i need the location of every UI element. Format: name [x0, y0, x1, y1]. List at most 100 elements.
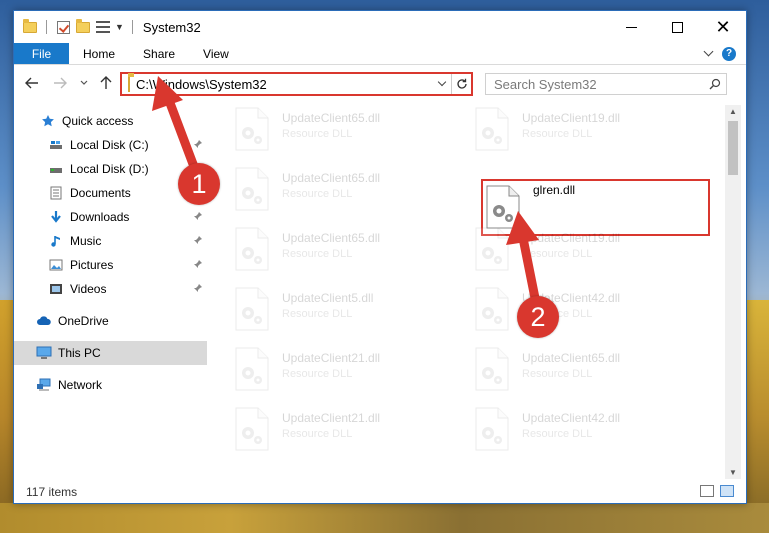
drive-icon: [48, 137, 64, 153]
tab-file[interactable]: File: [14, 43, 69, 64]
vertical-scrollbar[interactable]: ▲ ▼: [725, 105, 741, 479]
background-ground: [0, 503, 769, 533]
recent-locations-chevron-icon[interactable]: [76, 75, 92, 91]
sidebar-item-onedrive[interactable]: OneDrive: [14, 309, 207, 333]
dll-file-icon: [234, 407, 274, 453]
title-bar: ▼ System32 ✕: [14, 11, 746, 43]
file-item[interactable]: UpdateClient42.dll Resource DLL: [462, 405, 688, 457]
quick-access-toolbar: ▼: [14, 18, 137, 35]
file-item[interactable]: UpdateClient21.dll Resource DLL: [222, 405, 448, 457]
background-foliage-left: [0, 300, 14, 533]
file-item[interactable]: UpdateClient19.dll Resource DLL: [462, 105, 688, 157]
tab-view[interactable]: View: [189, 43, 243, 64]
pin-icon[interactable]: [193, 211, 203, 221]
file-name: UpdateClient19.dll: [522, 231, 621, 245]
file-item[interactable]: UpdateClient65.dll Resource DLL: [222, 105, 448, 157]
search-box[interactable]: [485, 73, 727, 95]
rename-icon[interactable]: [95, 19, 111, 35]
sidebar-item-downloads[interactable]: Downloads: [14, 205, 207, 229]
sidebar-item-quick-access[interactable]: Quick access: [14, 109, 207, 133]
scroll-down-arrow-icon[interactable]: ▼: [729, 468, 737, 477]
sidebar-item-label: Videos: [70, 282, 107, 296]
maximize-icon: [671, 21, 683, 33]
file-item[interactable]: UpdateClient42.dll Resource DLL: [462, 285, 688, 337]
maximize-button[interactable]: [654, 11, 700, 43]
address-bar[interactable]: C:\Windows\System32: [120, 72, 473, 96]
explorer-window: ▼ System32 ✕ File Home Share View ? C:\W…: [13, 10, 747, 504]
properties-check-icon[interactable]: [55, 19, 71, 35]
minimize-icon: [625, 26, 637, 28]
tab-share[interactable]: Share: [129, 43, 189, 64]
file-type: Resource DLL: [282, 368, 353, 380]
help-icon[interactable]: ?: [722, 46, 736, 61]
view-switcher: [700, 485, 734, 497]
sidebar-item-pictures[interactable]: Pictures: [14, 253, 207, 277]
scrollbar-thumb[interactable]: [728, 121, 738, 175]
file-name: glren.dll: [533, 183, 576, 197]
close-button[interactable]: ✕: [700, 11, 746, 43]
sidebar-item-label: Pictures: [70, 258, 114, 272]
tab-home[interactable]: Home: [69, 43, 129, 64]
scroll-up-arrow-icon[interactable]: ▲: [729, 107, 737, 116]
sidebar-item-label: Local Disk (D:): [70, 162, 149, 176]
pin-icon[interactable]: [193, 235, 203, 245]
file-item[interactable]: UpdateClient5.dll Resource DLL: [222, 285, 448, 337]
dll-file-icon: [474, 287, 514, 333]
forward-arrow-icon[interactable]: [52, 75, 68, 91]
file-name: UpdateClient42.dll: [522, 411, 621, 425]
pin-icon[interactable]: [193, 139, 203, 149]
address-path[interactable]: C:\Windows\System32: [136, 77, 433, 92]
background-foliage-right: [747, 300, 769, 533]
dll-file-icon: [474, 227, 514, 273]
toolbar-separator: [46, 20, 47, 34]
navigation-pane: Quick access Local Disk (C:) Local Disk …: [14, 105, 209, 475]
sidebar-item-label: Downloads: [70, 210, 130, 224]
dll-file-icon: [234, 287, 274, 333]
sidebar-item-videos[interactable]: Videos: [14, 277, 207, 301]
file-name: UpdateClient21.dll: [282, 411, 381, 425]
address-folder-icon: [128, 76, 130, 92]
dll-file-icon: [234, 107, 274, 153]
drive-icon: [48, 161, 64, 177]
file-name: UpdateClient65.dll: [282, 111, 381, 125]
file-item[interactable]: UpdateClient65.dll Resource DLL: [462, 345, 688, 397]
pin-icon[interactable]: [193, 283, 203, 293]
file-item[interactable]: UpdateClient19.dll Resource DLL: [462, 225, 688, 277]
expand-ribbon-chevron-icon[interactable]: [703, 46, 714, 57]
sidebar-item-label: This PC: [58, 346, 101, 360]
dll-file-icon: [234, 227, 274, 273]
search-icon[interactable]: [704, 78, 726, 90]
file-type: Resource DLL: [522, 128, 593, 140]
file-item[interactable]: UpdateClient65.dll Resource DLL: [222, 165, 448, 217]
sidebar-item-label: Local Disk (C:): [70, 138, 149, 152]
minimize-button[interactable]: [608, 11, 654, 43]
dll-file-icon: [234, 167, 274, 213]
sidebar-item-local-disk-c[interactable]: Local Disk (C:): [14, 133, 207, 157]
sidebar-item-music[interactable]: Music: [14, 229, 207, 253]
search-input[interactable]: [486, 76, 704, 92]
customize-toolbar-chevron-icon[interactable]: ▼: [115, 22, 124, 32]
item-count: 117 items: [26, 485, 78, 499]
details-view-icon[interactable]: [700, 485, 714, 497]
videos-icon: [48, 281, 64, 297]
sidebar-item-this-pc[interactable]: This PC: [14, 341, 207, 365]
computer-icon: [36, 345, 52, 361]
address-dropdown-chevron-icon[interactable]: [433, 77, 451, 87]
new-folder-icon[interactable]: [75, 18, 91, 35]
file-item[interactable]: UpdateClient21.dll Resource DLL: [222, 345, 448, 397]
network-icon: [36, 377, 52, 393]
pin-icon[interactable]: [193, 259, 203, 269]
sidebar-item-label: OneDrive: [58, 314, 109, 328]
refresh-icon[interactable]: [451, 74, 471, 94]
sidebar-item-label: Quick access: [62, 114, 134, 128]
file-item[interactable]: UpdateClient65.dll Resource DLL: [222, 225, 448, 277]
file-type: Resource DLL: [522, 368, 593, 380]
documents-icon: [48, 185, 64, 201]
sidebar-item-network[interactable]: Network: [14, 373, 207, 397]
folder-icon[interactable]: [22, 18, 38, 35]
large-icons-view-icon[interactable]: [720, 485, 734, 497]
address-row: C:\Windows\System32: [14, 67, 746, 101]
sidebar-item-label: Music: [70, 234, 102, 248]
up-arrow-icon[interactable]: [98, 75, 114, 91]
back-arrow-icon[interactable]: [24, 75, 40, 91]
